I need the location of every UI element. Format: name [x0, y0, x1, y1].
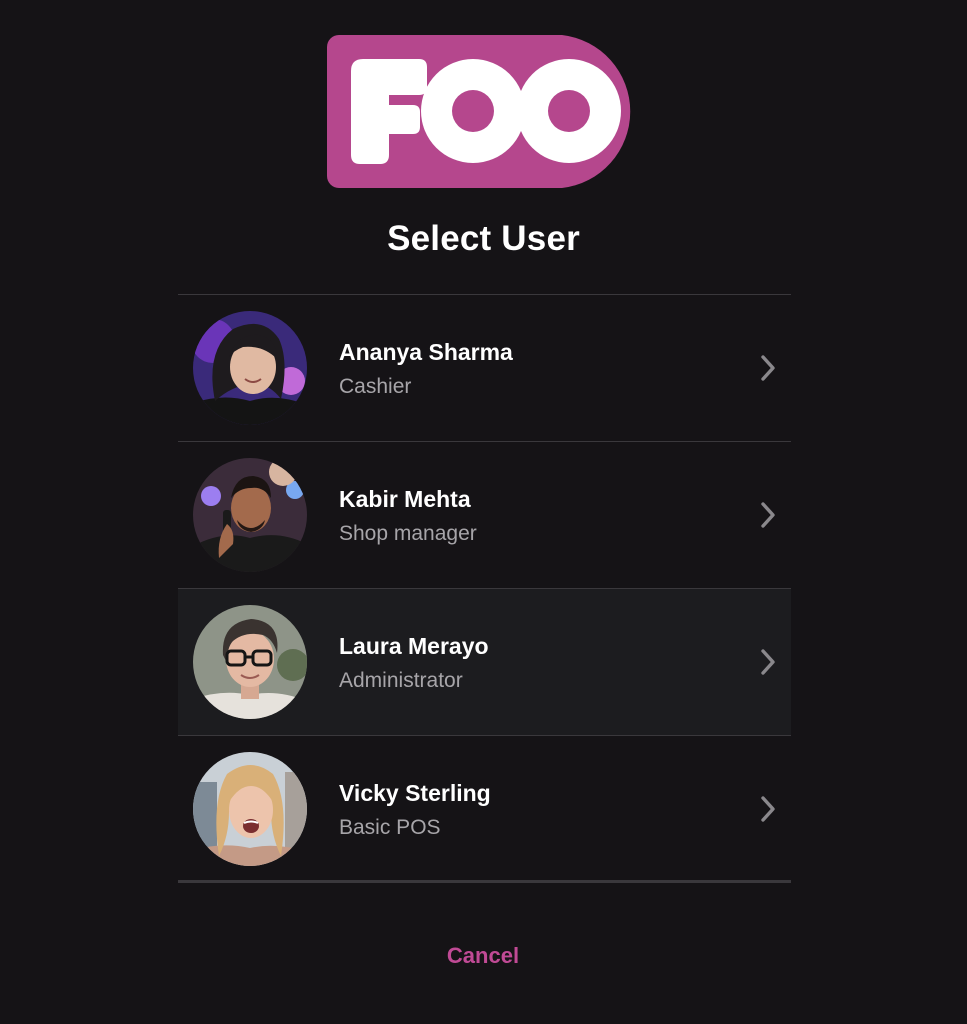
- user-name: Vicky Sterling: [339, 780, 491, 806]
- chevron-right-icon: [761, 649, 775, 675]
- user-avatar: [193, 605, 307, 719]
- page-title: Select User: [387, 219, 580, 258]
- user-avatar: [193, 458, 307, 572]
- chevron-right-icon: [761, 502, 775, 528]
- user-avatar: [193, 311, 307, 425]
- login-screen: Select User Ananya Sharma Cashier Kabir …: [0, 0, 967, 1024]
- user-role: Administrator: [339, 669, 463, 692]
- user-list: Ananya Sharma Cashier Kabir Mehta Shop m…: [178, 294, 791, 883]
- user-role: Basic POS: [339, 816, 441, 839]
- user-row-ananya-sharma[interactable]: Ananya Sharma Cashier: [178, 295, 791, 442]
- foo-logo: [327, 35, 642, 188]
- user-name: Laura Merayo: [339, 633, 489, 659]
- user-name: Ananya Sharma: [339, 339, 513, 365]
- user-row-laura-merayo[interactable]: Laura Merayo Administrator: [178, 589, 791, 736]
- chevron-right-icon: [761, 355, 775, 381]
- chevron-right-icon: [761, 796, 775, 822]
- user-role: Shop manager: [339, 522, 477, 545]
- user-name: Kabir Mehta: [339, 486, 471, 512]
- user-row-kabir-mehta[interactable]: Kabir Mehta Shop manager: [178, 442, 791, 589]
- user-row-vicky-sterling[interactable]: Vicky Sterling Basic POS: [178, 736, 791, 883]
- cancel-button[interactable]: Cancel: [383, 936, 583, 976]
- user-avatar: [193, 752, 307, 866]
- user-role: Cashier: [339, 375, 412, 398]
